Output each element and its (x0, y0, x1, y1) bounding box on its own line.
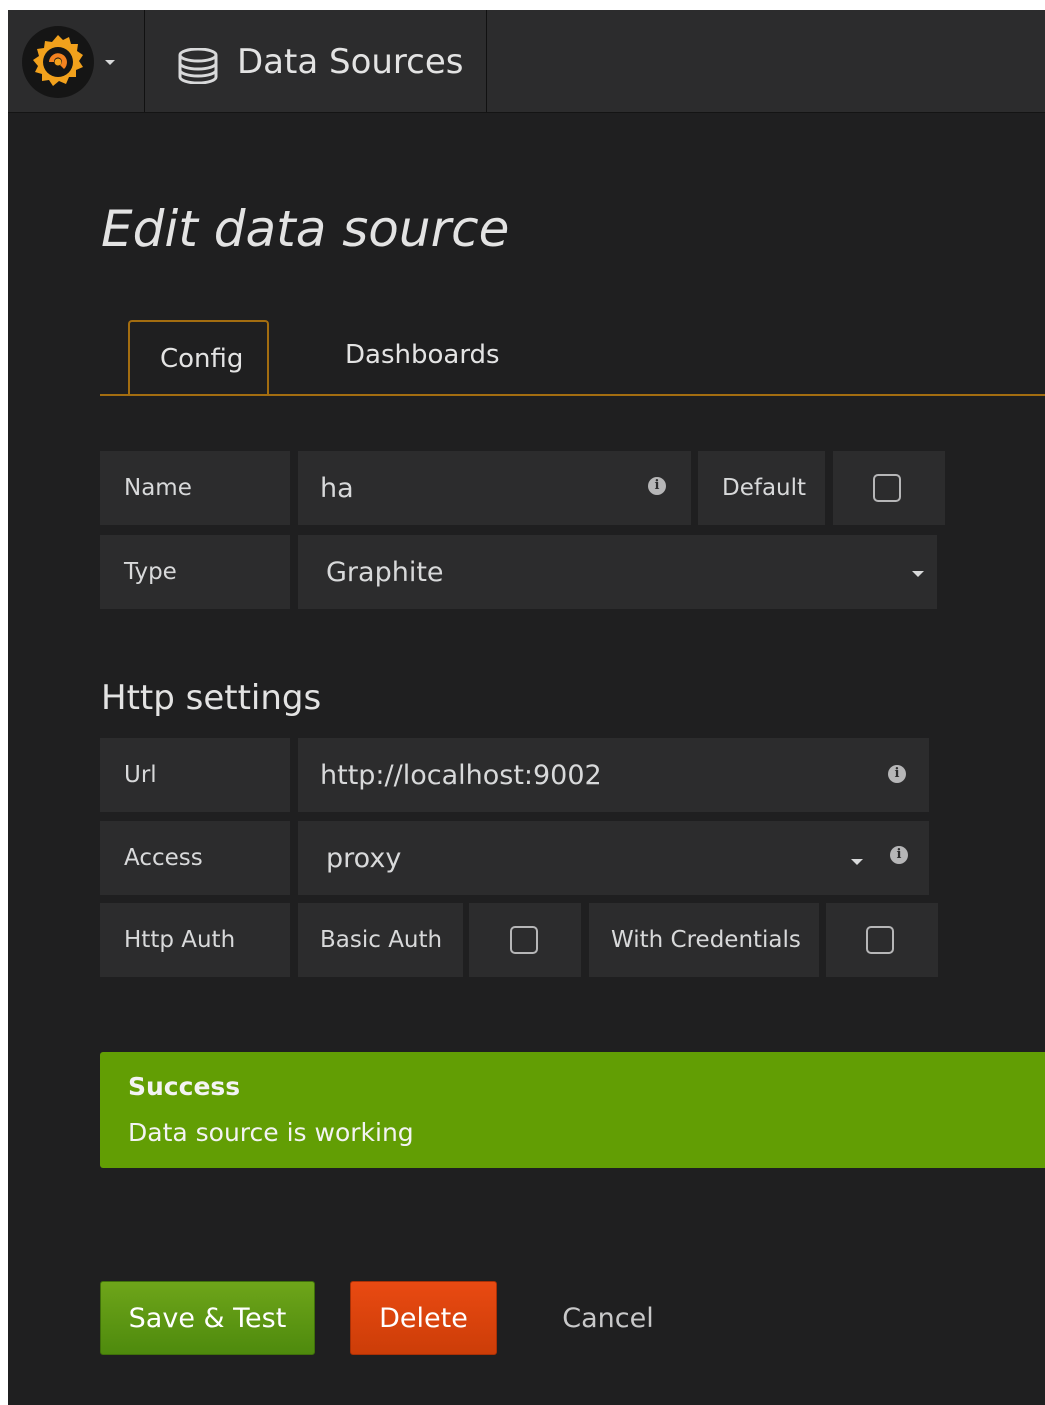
access-select[interactable]: proxy i (298, 821, 929, 895)
nav-section-data-sources[interactable]: Data Sources (145, 10, 487, 112)
type-select[interactable]: Graphite (298, 535, 937, 609)
with-credentials-checkbox[interactable] (866, 926, 894, 954)
chevron-down-icon[interactable] (851, 859, 863, 865)
url-input-value: http://localhost:9002 (320, 759, 602, 791)
access-label: Access (100, 821, 290, 895)
default-checkbox[interactable] (873, 474, 901, 502)
top-navbar: Data Sources (8, 10, 1045, 113)
url-label: Url (100, 738, 290, 812)
default-label: Default (698, 451, 825, 525)
save-and-test-button[interactable]: Save & Test (100, 1281, 315, 1355)
info-icon[interactable]: i (888, 765, 906, 783)
info-icon[interactable]: i (648, 477, 666, 495)
chevron-down-icon[interactable] (912, 571, 924, 577)
with-credentials-checkbox-cell[interactable] (826, 903, 938, 977)
http-auth-label: Http Auth (100, 903, 290, 977)
grafana-logo-icon[interactable] (20, 24, 96, 100)
name-input[interactable]: ha i (298, 451, 691, 525)
type-label: Type (100, 535, 290, 609)
default-checkbox-cell[interactable] (833, 451, 945, 525)
tab-bar: Config Dashboards (100, 320, 1045, 396)
success-alert: Success Data source is working (100, 1052, 1045, 1168)
app-window: Data Sources Edit data source Config Das… (8, 10, 1045, 1405)
access-select-value: proxy (326, 842, 402, 874)
info-icon[interactable]: i (890, 846, 908, 864)
tab-config-label: Config (160, 344, 244, 374)
name-input-value: ha (320, 472, 354, 504)
tab-config[interactable]: Config (128, 320, 269, 394)
basic-auth-label: Basic Auth (298, 903, 463, 977)
basic-auth-checkbox-cell[interactable] (469, 903, 581, 977)
logo-menu[interactable] (8, 10, 145, 112)
type-select-value: Graphite (326, 556, 444, 588)
nav-section-title: Data Sources (237, 42, 464, 82)
cancel-button[interactable]: Cancel (528, 1281, 688, 1355)
page-title: Edit data source (101, 200, 510, 258)
alert-title: Success (128, 1072, 241, 1101)
url-input[interactable]: http://localhost:9002 i (298, 738, 929, 812)
name-label: Name (100, 451, 290, 525)
with-credentials-label: With Credentials (589, 903, 819, 977)
http-settings-heading: Http settings (101, 678, 322, 718)
chevron-down-icon[interactable] (105, 60, 115, 65)
alert-message: Data source is working (128, 1118, 414, 1147)
database-icon (178, 48, 218, 84)
basic-auth-checkbox[interactable] (510, 926, 538, 954)
tab-dashboards[interactable]: Dashboards (345, 340, 500, 370)
delete-button[interactable]: Delete (350, 1281, 497, 1355)
